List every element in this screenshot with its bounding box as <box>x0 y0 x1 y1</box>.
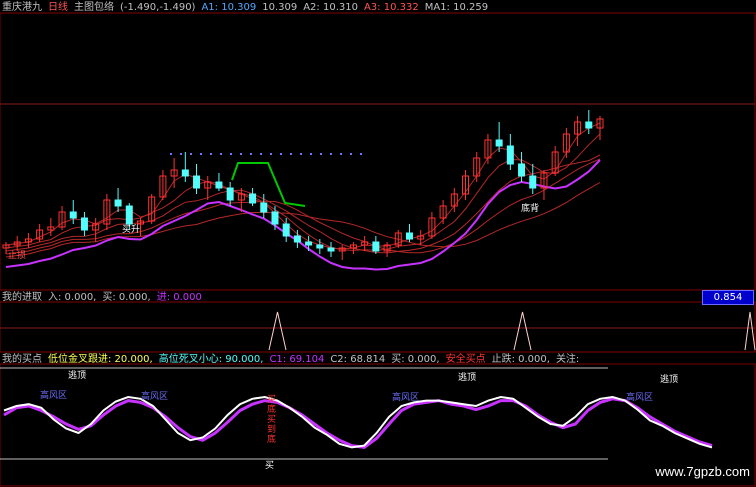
sub2-buy: 买: 0.000, <box>391 354 440 365</box>
sub1-header: 我的进取 入: 0.000, 买: 0.000, 进: 0.000 <box>2 292 208 304</box>
sub2-low: 低位金叉跟进: 20.000, <box>48 354 153 365</box>
candle-body <box>193 175 201 189</box>
label-buy-marker: 买 <box>265 461 275 471</box>
sub2-c2: C2: 68.814 <box>330 354 386 365</box>
sub2-name: 我的买点 <box>2 354 42 365</box>
sub1-spikes <box>268 311 756 351</box>
candle-body <box>293 235 301 243</box>
sub1-enter: 进: 0.000 <box>156 292 202 303</box>
candle-body <box>260 202 268 213</box>
candle-body <box>114 199 122 207</box>
value-badge: 0.854 <box>702 290 754 305</box>
oscillator <box>3 395 713 449</box>
ma1-value: MA1: 10.259 <box>424 2 489 13</box>
candle-body <box>282 223 290 237</box>
label-top-2: 逃顶 <box>458 373 477 383</box>
sub1-panel-frame <box>0 301 756 353</box>
a3-value: A3: 10.332 <box>363 2 419 13</box>
candle-body <box>327 247 335 252</box>
candle-body <box>316 244 324 249</box>
a2-value: A2: 10.310 <box>303 2 358 13</box>
sub2-stop: 止跌: 0.000, <box>491 354 550 365</box>
label-stop: 止损 <box>8 251 27 261</box>
label-vertical: 买底买到底 <box>267 395 277 445</box>
sub2-watch: 关注: <box>555 354 580 365</box>
period-label: 日线 <box>48 2 68 13</box>
candle-body <box>529 175 537 189</box>
candle-body <box>80 217 88 231</box>
candle-body <box>518 163 526 177</box>
support-line <box>5 159 601 271</box>
candle-body <box>69 211 77 219</box>
indicator-name: 主图包络 <box>74 2 114 13</box>
sub2-panel-frame <box>0 363 756 487</box>
signal-spike <box>744 311 756 351</box>
candle-body <box>249 193 257 204</box>
main-header: 重庆港九 日线 主图包络 (-1.490,-1.490) A1: 10.309 10.30… <box>2 2 494 14</box>
candle-body <box>181 169 189 177</box>
a1-value: A1: 10.309 <box>201 2 257 13</box>
sub2-c1: C1: 69.104 <box>269 354 325 365</box>
candle-body <box>506 145 514 165</box>
chart-canvas <box>0 12 756 487</box>
watermark: www.7gpzb.com <box>655 464 750 479</box>
candle-body <box>226 187 234 201</box>
candle-body <box>215 181 223 189</box>
label-bottom: 底背 <box>521 204 540 214</box>
candle-body <box>271 211 279 225</box>
candle-body <box>495 139 503 147</box>
sub2-safe: 安全买点 <box>445 354 486 365</box>
sub2-high: 高位死叉小心: 90.000, <box>158 354 264 365</box>
candle-body <box>405 232 413 240</box>
label-top-1: 逃顶 <box>68 371 87 381</box>
label-buy-up: 买升 <box>122 225 141 235</box>
envelope-line <box>5 154 601 254</box>
sub1-name: 我的进取 <box>2 292 42 303</box>
label-zone-4: 高风区 <box>626 393 654 403</box>
label-zone-1: 高风区 <box>40 391 68 401</box>
envelope-bands <box>5 122 601 271</box>
oscillator-white <box>3 395 713 449</box>
a1-second-value: 10.309 <box>262 2 298 13</box>
indicator-params: (-1.490,-1.490) <box>120 2 196 13</box>
candle-body <box>372 241 380 252</box>
label-zone-3: 高风区 <box>392 393 420 403</box>
signal-spike <box>268 311 287 351</box>
stock-title: 重庆港九 <box>2 2 42 13</box>
label-zone-2: 高风区 <box>141 392 169 402</box>
sub1-in: 入: 0.000, <box>48 292 97 303</box>
candle-body <box>305 241 313 246</box>
candle-body <box>585 121 593 129</box>
sub2-header: 我的买点 低位金叉跟进: 20.000, 高位死叉小心: 90.000, C1: 69… <box>2 354 585 366</box>
sub1-buy: 买: 0.000, <box>102 292 151 303</box>
label-top-3: 逃顶 <box>660 375 679 385</box>
signal-spike <box>513 311 532 351</box>
